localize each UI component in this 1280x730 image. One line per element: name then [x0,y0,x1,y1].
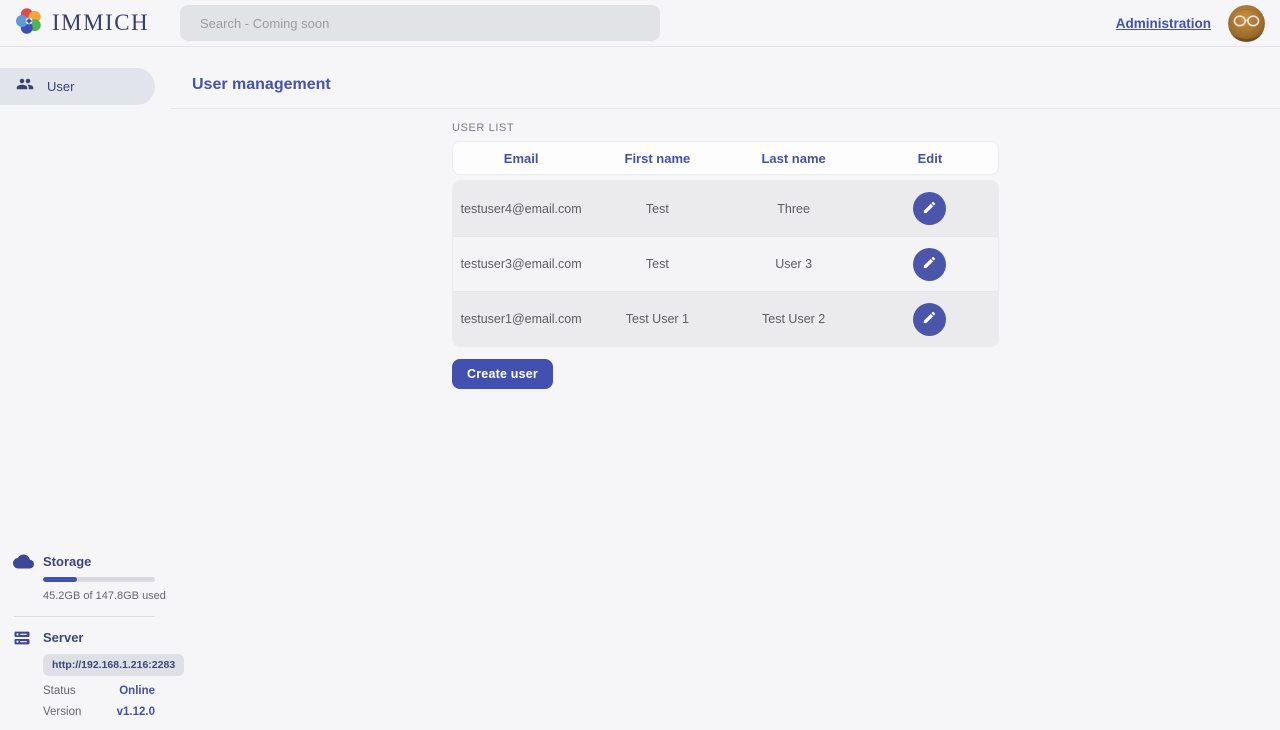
sidebar-item-user[interactable]: User [0,68,155,105]
people-icon [16,75,34,98]
sidebar-bottom: Storage 45.2GB of 147.8GB used Server h [0,554,171,718]
edit-user-button[interactable] [913,192,946,225]
storage-progress-fill [43,577,77,582]
immich-logo[interactable]: IMMICH [15,7,149,40]
table-row: testuser1@email.com Test User 1 Test Use… [453,291,998,346]
pencil-icon [922,255,937,273]
user-table: Email First name Last name Edit testuser… [452,141,999,347]
sidebar-item-user-label: User [47,79,74,94]
server-url-chip: http://192.168.1.216:2283 [43,654,184,676]
search-input[interactable] [180,5,660,41]
main-content: User management USER LIST Email First na… [171,47,1280,730]
cell-first-name: Test [589,202,725,216]
cell-first-name: Test [589,257,725,271]
pencil-icon [922,310,937,328]
pencil-icon [922,200,937,218]
column-header-email: Email [453,151,589,166]
cell-last-name: User 3 [726,257,862,271]
sidebar-divider [14,616,155,617]
user-list-panel: USER LIST Email First name Last name Edi… [171,109,1280,389]
topbar-right: Administration [1116,0,1265,47]
server-status-row: Status Online [43,685,155,697]
column-header-first-name: First name [589,151,725,166]
version-value: v1.12.0 [117,706,155,718]
cell-email: testuser3@email.com [453,257,589,271]
storage-section: Storage 45.2GB of 147.8GB used [0,554,171,602]
cell-email: testuser1@email.com [453,312,589,326]
table-row: testuser4@email.com Test Three [453,181,998,236]
user-table-header: Email First name Last name Edit [452,141,999,175]
edit-user-button[interactable] [913,303,946,336]
cloud-icon [13,553,34,574]
server-title: Server [43,630,171,645]
storage-title: Storage [43,554,171,569]
column-header-edit: Edit [862,151,998,166]
table-row: testuser3@email.com Test User 3 [453,236,998,291]
page-title: User management [171,47,1280,94]
version-label: Version [43,706,81,718]
user-table-body: testuser4@email.com Test Three [452,180,999,347]
server-version-row: Version v1.12.0 [43,706,155,718]
server-section: Server http://192.168.1.216:2283 Status … [0,630,171,718]
storage-usage-caption: 45.2GB of 147.8GB used [43,590,171,602]
user-list-label: USER LIST [452,122,1280,134]
cell-last-name: Test User 2 [726,312,862,326]
cell-first-name: Test User 1 [589,312,725,326]
sidebar: User Storage 45.2GB of 147.8GB used [0,47,171,730]
administration-link[interactable]: Administration [1116,16,1211,31]
user-avatar[interactable] [1228,5,1265,42]
create-user-button[interactable]: Create user [452,359,553,389]
logo-wordmark: IMMICH [52,10,149,36]
topbar: IMMICH Administration [0,0,1280,47]
edit-user-button[interactable] [913,248,946,281]
immich-flower-icon [15,7,43,40]
cell-last-name: Three [726,202,862,216]
status-label: Status [43,685,76,697]
server-icon [13,629,31,652]
storage-progress-track [43,577,155,582]
status-value: Online [119,685,155,697]
cell-email: testuser4@email.com [453,202,589,216]
column-header-last-name: Last name [726,151,862,166]
